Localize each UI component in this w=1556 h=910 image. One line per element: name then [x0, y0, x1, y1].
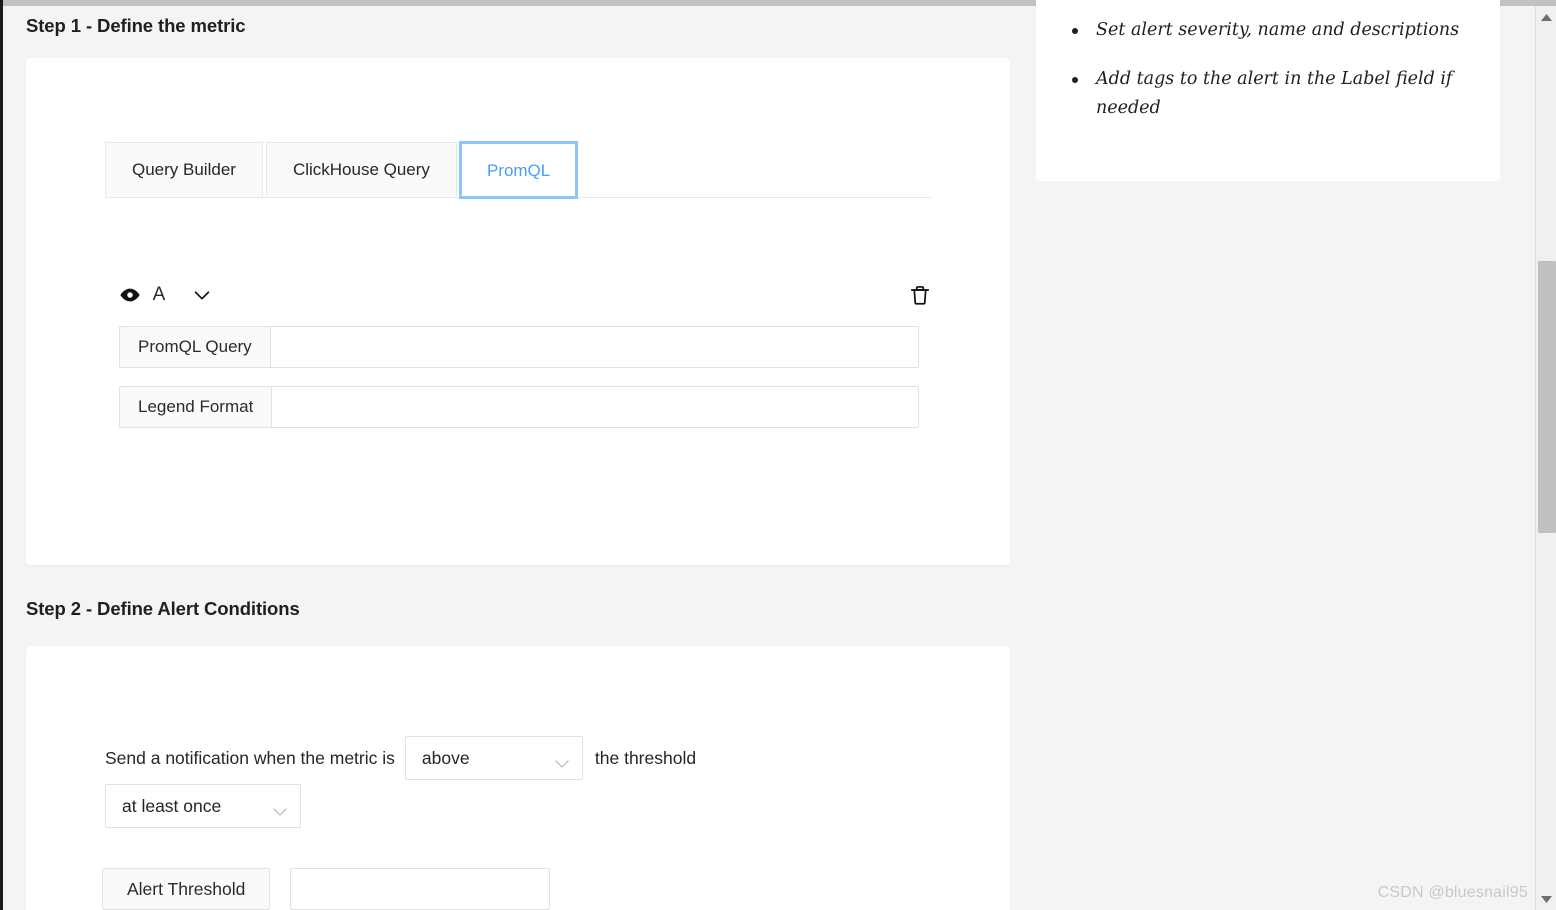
step1-card: Query Builder ClickHouse Query PromQL A — [26, 58, 1010, 565]
alert-setup-scroll-area: Step 1 - Define the metric Query Builder… — [3, 0, 1518, 910]
scrollbar-thumb[interactable] — [1538, 261, 1556, 533]
promql-query-group: PromQL Query — [119, 326, 919, 368]
tab-clickhouse-query-label: ClickHouse Query — [292, 160, 430, 179]
query-row-toolbar: A — [119, 280, 931, 310]
alert-threshold-label: Alert Threshold — [102, 868, 271, 910]
condition-prefix-text: Send a notification when the metric is — [105, 747, 395, 768]
vertical-scrollbar[interactable] — [1535, 6, 1556, 910]
application-window: Step 1 - Define the metric Query Builder… — [0, 0, 1556, 910]
promql-query-label: PromQL Query — [119, 326, 270, 368]
tab-promql[interactable]: PromQL — [458, 141, 579, 199]
watermark: CSDN @bluesnail95 — [1377, 884, 1528, 901]
alert-threshold-row: Alert Threshold — [102, 868, 551, 910]
eye-icon[interactable] — [119, 284, 141, 306]
legend-format-input[interactable] — [271, 386, 919, 428]
query-type-tabs: Query Builder ClickHouse Query PromQL — [105, 141, 931, 199]
caret-up-icon[interactable] — [1536, 8, 1556, 26]
step2-card: Send a notification when the metric is a… — [26, 646, 1010, 910]
frequency-select-value: at least once — [122, 795, 222, 816]
trash-icon[interactable] — [909, 283, 931, 307]
chevron-down-icon — [272, 801, 288, 816]
alert-threshold-input[interactable] — [290, 868, 551, 910]
step2-heading: Step 2 - Define Alert Conditions — [26, 598, 300, 619]
chevron-down-icon — [554, 753, 570, 768]
chevron-down-icon[interactable] — [191, 284, 213, 306]
tab-promql-label: PromQL — [486, 160, 551, 180]
legend-format-group: Legend Format — [119, 386, 919, 428]
help-panel: Set alert severity, name and description… — [1036, 0, 1500, 181]
frequency-select[interactable]: at least once — [105, 784, 301, 828]
help-item: Add tags to the alert in the Label field… — [1072, 65, 1474, 123]
legend-format-label: Legend Format — [119, 386, 272, 428]
tab-query-builder-label: Query Builder — [132, 160, 236, 179]
alert-condition-row: Send a notification when the metric is a… — [105, 736, 696, 780]
help-panel-list: Set alert severity, name and description… — [1036, 0, 1500, 123]
promql-query-input[interactable] — [269, 326, 919, 368]
condition-suffix-text: the threshold — [594, 747, 697, 768]
help-item: Set alert severity, name and description… — [1072, 16, 1474, 45]
caret-down-icon[interactable] — [1536, 890, 1556, 908]
tab-query-builder[interactable]: Query Builder — [105, 142, 263, 197]
comparator-select[interactable]: above — [404, 736, 583, 780]
tab-clickhouse-query[interactable]: ClickHouse Query — [265, 142, 457, 197]
step1-heading: Step 1 - Define the metric — [26, 15, 246, 36]
comparator-select-value: above — [421, 747, 470, 768]
query-name-label: A — [152, 284, 166, 305]
